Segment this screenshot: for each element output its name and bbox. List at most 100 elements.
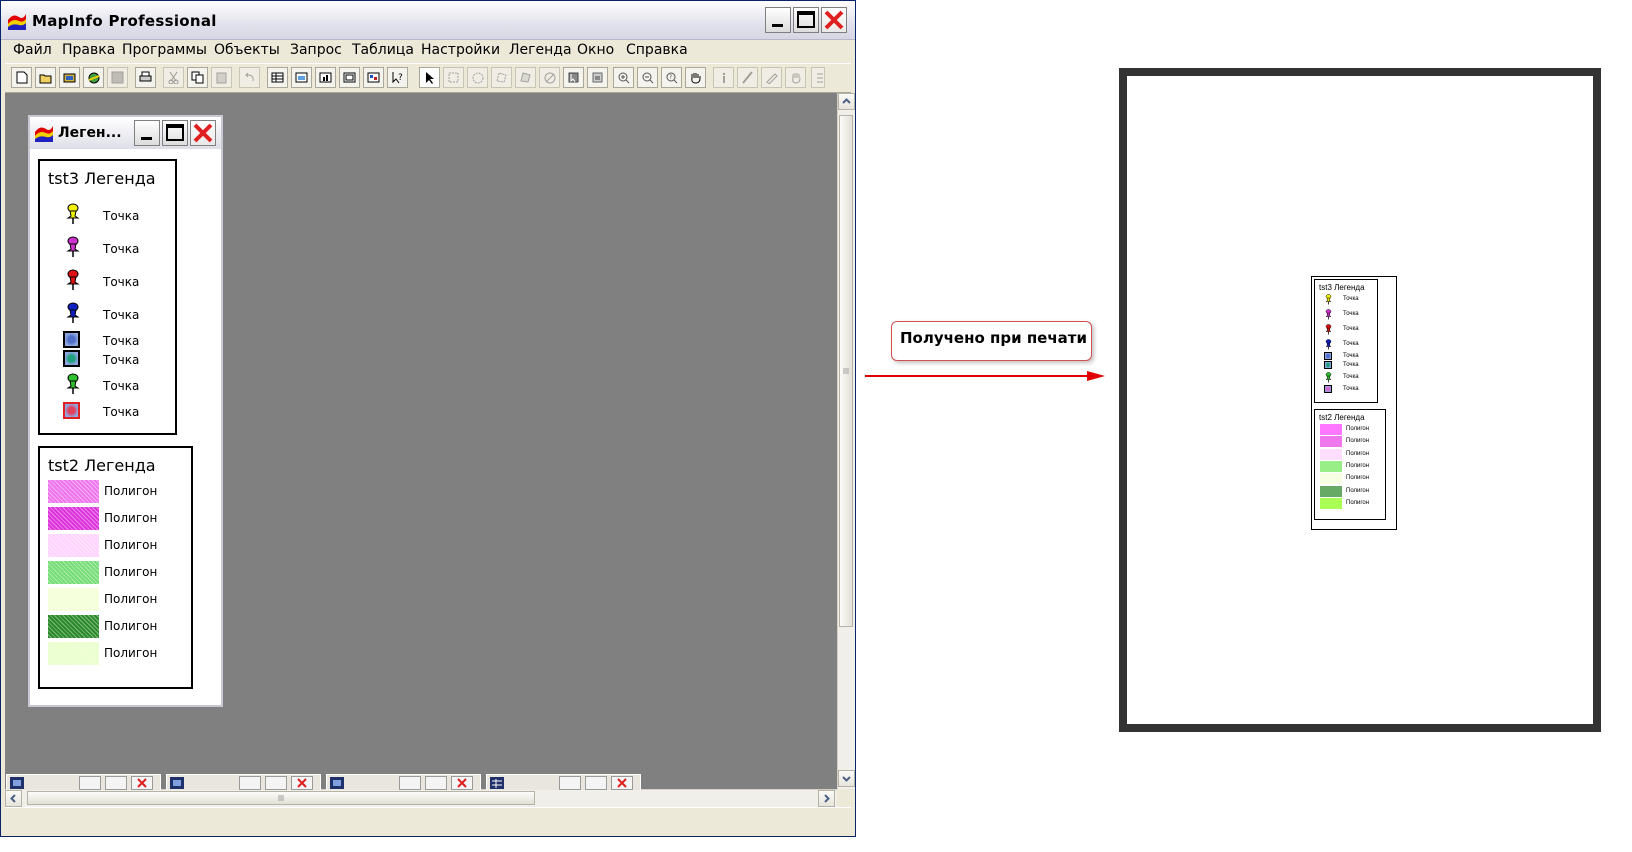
label-tool-button[interactable]	[761, 67, 782, 88]
scroll-right-button[interactable]	[818, 790, 835, 807]
horizontal-scrollbar[interactable]	[5, 789, 837, 807]
pushpin-symbol-icon	[1325, 339, 1332, 350]
printed-polygon-swatch	[1320, 460, 1342, 472]
menu-objects[interactable]: Объекты	[212, 41, 282, 59]
menu-window[interactable]: Окно	[575, 41, 616, 59]
ruler-icon	[742, 71, 753, 84]
redistrict-icon	[367, 72, 380, 83]
zoom-out-button[interactable]	[637, 67, 658, 88]
new-button[interactable]	[11, 67, 32, 88]
legend-frame-tst3[interactable]: tst3 Легенда Точка Точка Точка Точка Точка То…	[38, 159, 177, 435]
legend-item-label: Полигон	[104, 511, 158, 525]
boundary-select-button[interactable]	[515, 67, 536, 88]
legend-window: Леген... tst3 Легенда Точка Точка Точка Точ…	[28, 115, 223, 707]
select-tool-button[interactable]	[419, 67, 440, 88]
close-button[interactable]	[451, 776, 473, 790]
close-button[interactable]	[611, 776, 633, 790]
new-browser-button[interactable]	[267, 67, 288, 88]
new-graph-button[interactable]	[315, 67, 336, 88]
mapinfo-logo-icon	[35, 126, 53, 142]
new-redistricter-button[interactable]	[363, 67, 384, 88]
ruler-tool-button[interactable]	[737, 67, 758, 88]
restore-button[interactable]	[239, 776, 261, 790]
close-button[interactable]	[821, 7, 847, 33]
new-mapper-button[interactable]	[291, 67, 312, 88]
copy-button[interactable]	[187, 67, 208, 88]
maximize-button[interactable]	[425, 776, 447, 790]
square-symbol-icon	[1324, 361, 1332, 369]
zoom-in-button[interactable]	[613, 67, 634, 88]
invert-selection-button[interactable]	[563, 67, 584, 88]
legend-title-bar[interactable]: Леген...	[30, 117, 221, 149]
restore-button[interactable]	[79, 776, 101, 790]
menu-legend[interactable]: Легенда	[507, 41, 574, 59]
square-symbol-icon	[1324, 385, 1332, 393]
change-view-button[interactable]: ?	[661, 67, 682, 88]
square-symbol-icon	[63, 402, 80, 419]
new-layout-button[interactable]	[339, 67, 360, 88]
minimized-window[interactable]	[486, 774, 641, 790]
new-file-icon	[16, 71, 28, 84]
maximize-button[interactable]	[265, 776, 287, 790]
scroll-up-button[interactable]	[838, 93, 855, 110]
printed-legend-heading: tst2 Легенда	[1319, 413, 1365, 422]
printed-legend-item-label: Точка	[1343, 296, 1359, 302]
open-dbms-button[interactable]	[83, 67, 104, 88]
restore-button[interactable]	[399, 776, 421, 790]
unselect-all-button[interactable]	[539, 67, 560, 88]
undo-button[interactable]	[239, 67, 260, 88]
minimized-window[interactable]	[166, 774, 321, 790]
menu-edit[interactable]: Правка	[60, 41, 117, 59]
vertical-scroll-thumb[interactable]	[839, 115, 853, 627]
pushpin-symbol-icon	[1325, 309, 1332, 320]
menu-file[interactable]: Файл	[11, 41, 54, 59]
menu-help[interactable]: Справка	[624, 41, 690, 59]
legend-close-button[interactable]	[190, 120, 216, 146]
open-workspace-button[interactable]	[59, 67, 80, 88]
title-bar[interactable]: MapInfo Professional	[1, 1, 855, 40]
toolbar-overflow[interactable]	[811, 67, 825, 88]
printed-page-preview: tst3 Легенда Точка Точка Точка Точка Точка То…	[1119, 68, 1601, 732]
menu-table[interactable]: Таблица	[350, 41, 416, 59]
paste-button[interactable]	[211, 67, 232, 88]
save-button[interactable]	[107, 67, 128, 88]
maximize-button[interactable]	[585, 776, 607, 790]
grabber-button[interactable]	[685, 67, 706, 88]
legend-frame-tst2[interactable]: tst2 Легенда Полигон Полигон Полигон Полиго…	[38, 446, 193, 689]
print-button[interactable]	[135, 67, 156, 88]
info-tool-button[interactable]	[713, 67, 734, 88]
legend-minimize-button[interactable]	[134, 120, 160, 146]
help-button[interactable]: ?	[387, 67, 408, 88]
vertical-scrollbar[interactable]	[837, 93, 855, 789]
restore-button[interactable]	[559, 776, 581, 790]
legend-item-label: Точка	[103, 379, 140, 393]
minimized-window[interactable]	[326, 774, 481, 790]
printed-legend-item-label: Точка	[1343, 386, 1359, 392]
marquee-select-button[interactable]	[443, 67, 464, 88]
menu-query[interactable]: Запрос	[288, 41, 344, 59]
menu-settings[interactable]: Настройки	[419, 41, 502, 59]
open-button[interactable]	[35, 67, 56, 88]
minimize-button[interactable]	[765, 7, 791, 33]
pushpin-symbol-icon	[1325, 294, 1332, 305]
cut-button[interactable]	[163, 67, 184, 88]
maximize-button[interactable]	[105, 776, 127, 790]
radius-select-button[interactable]	[467, 67, 488, 88]
hand-icon	[691, 73, 701, 84]
mapinfo-logo-icon	[8, 14, 26, 30]
legend-item-label: Полигон	[104, 646, 158, 660]
horizontal-scroll-thumb[interactable]	[27, 791, 535, 805]
scroll-down-button[interactable]	[838, 770, 855, 787]
graph-select-button[interactable]	[587, 67, 608, 88]
close-icon	[617, 778, 627, 788]
maximize-button[interactable]	[793, 7, 819, 33]
legend-maximize-button[interactable]	[162, 120, 188, 146]
close-button[interactable]	[131, 776, 153, 790]
menu-programs[interactable]: Программы	[120, 41, 209, 59]
minimized-window[interactable]	[6, 774, 161, 790]
drag-window-button[interactable]	[785, 67, 806, 88]
close-button[interactable]	[291, 776, 313, 790]
scroll-left-button[interactable]	[5, 790, 22, 807]
legend-heading: tst3 Легенда	[48, 169, 156, 188]
polygon-select-button[interactable]	[491, 67, 512, 88]
